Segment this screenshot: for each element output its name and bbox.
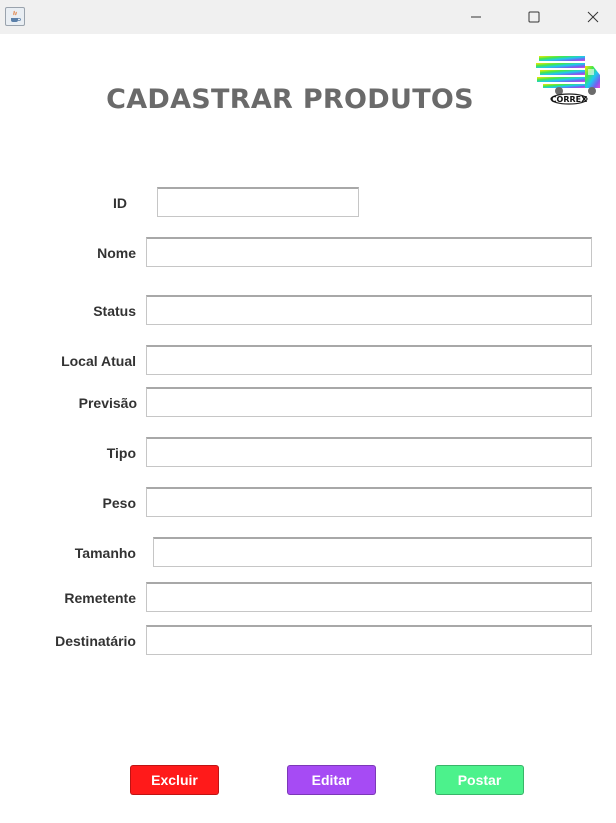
postar-button[interactable]: Postar bbox=[435, 765, 524, 795]
excluir-button[interactable]: Excluir bbox=[130, 765, 219, 795]
remetente-field[interactable] bbox=[146, 582, 592, 612]
tipo-label: Tipo bbox=[106, 445, 136, 461]
tipo-field[interactable] bbox=[146, 437, 592, 467]
peso-field[interactable] bbox=[146, 487, 592, 517]
page-title: CADASTRAR PRODUTOS bbox=[106, 84, 474, 115]
previsao-label: Previsão bbox=[78, 395, 137, 411]
local-atual-field[interactable] bbox=[146, 345, 592, 375]
minimize-button[interactable] bbox=[453, 0, 499, 34]
close-icon bbox=[587, 11, 599, 23]
maximize-icon bbox=[528, 11, 540, 23]
peso-label: Peso bbox=[102, 495, 136, 511]
destinatario-field[interactable] bbox=[146, 625, 592, 655]
minimize-icon bbox=[471, 16, 481, 18]
destinatario-label: Destinatário bbox=[55, 633, 136, 649]
maximize-button[interactable] bbox=[511, 0, 557, 34]
title-bar[interactable] bbox=[0, 0, 616, 34]
nome-field[interactable] bbox=[146, 237, 592, 267]
nome-label: Nome bbox=[97, 245, 136, 261]
close-button[interactable] bbox=[570, 0, 616, 34]
java-app-icon bbox=[5, 7, 25, 26]
previsao-field[interactable] bbox=[146, 387, 592, 417]
editar-button[interactable]: Editar bbox=[287, 765, 376, 795]
id-field[interactable] bbox=[157, 187, 359, 217]
local-atual-label: Local Atual bbox=[61, 353, 136, 369]
tamanho-label: Tamanho bbox=[74, 545, 136, 561]
status-label: Status bbox=[93, 303, 136, 319]
tamanho-field[interactable] bbox=[153, 537, 592, 567]
remetente-label: Remetente bbox=[64, 590, 136, 606]
status-field[interactable] bbox=[146, 295, 592, 325]
id-label: ID bbox=[113, 195, 127, 211]
